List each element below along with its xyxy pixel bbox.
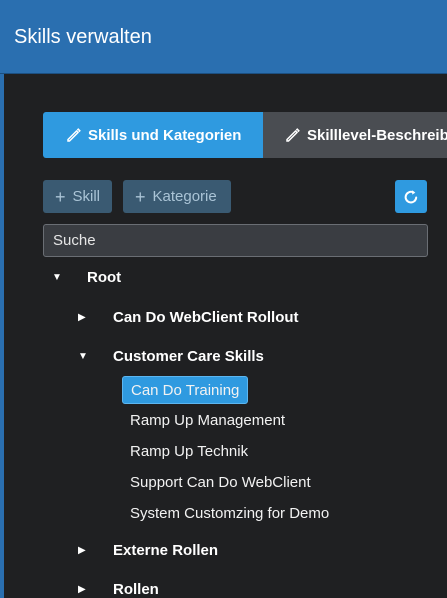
tab-bar: Skills und Kategorien Skilllevel-Beschre… <box>43 112 447 158</box>
plus-icon: + <box>55 186 66 207</box>
tree-leaf-skill[interactable]: Ramp Up Technik <box>122 438 256 466</box>
caret-down-icon[interactable]: ▼ <box>52 272 62 283</box>
tab-skills-und-kategorien[interactable]: Skills und Kategorien <box>43 112 263 158</box>
pencil-icon <box>285 127 301 143</box>
caret-right-icon[interactable]: ▶ <box>78 312 88 323</box>
add-category-label: Kategorie <box>152 188 217 205</box>
tree-node-category[interactable]: ▶ Can Do WebClient Rollout <box>78 307 299 327</box>
add-skill-label: Skill <box>72 188 101 205</box>
plus-icon: + <box>135 186 146 207</box>
tab-label: Skills und Kategorien <box>88 126 242 144</box>
tree-node-label: Rollen <box>113 580 159 598</box>
refresh-button[interactable] <box>395 180 427 213</box>
tree-node-category[interactable]: ▼ Customer Care Skills <box>78 346 264 366</box>
tree-node-root[interactable]: ▼ Root <box>52 267 121 287</box>
tree-node-label: Externe Rollen <box>113 541 219 559</box>
skills-window: Skills verwalten Skills und Kategorien S… <box>0 0 447 598</box>
tree-node-category[interactable]: ▶ Rollen <box>78 579 159 598</box>
tree-leaf-skill[interactable]: System Customzing for Demo <box>122 500 337 528</box>
window-header: Skills verwalten <box>0 0 447 74</box>
tree-node-category[interactable]: ▶ Externe Rollen <box>78 540 218 560</box>
tree-leaf-skill[interactable]: Support Can Do WebClient <box>122 469 319 497</box>
add-skill-button[interactable]: + Skill <box>43 180 112 213</box>
tab-label: Skilllevel-Beschreib <box>307 126 447 144</box>
tab-skilllevel-beschreibung[interactable]: Skilllevel-Beschreib <box>263 112 447 158</box>
add-category-button[interactable]: + Kategorie <box>123 180 231 213</box>
tree-leaf-skill[interactable]: Can Do Training <box>122 376 249 404</box>
caret-right-icon[interactable]: ▶ <box>78 584 88 595</box>
refresh-icon <box>404 189 418 203</box>
tree-leaf-skill[interactable]: Ramp Up Management <box>122 407 293 435</box>
caret-right-icon[interactable]: ▶ <box>78 545 88 556</box>
search-input[interactable] <box>43 224 428 257</box>
pencil-icon <box>66 127 82 143</box>
caret-down-icon[interactable]: ▼ <box>78 351 88 362</box>
tree-node-label: Can Do WebClient Rollout <box>113 308 299 326</box>
page-title: Skills verwalten <box>14 26 152 48</box>
tree-node-label: Root <box>87 268 122 286</box>
tree-node-label: Customer Care Skills <box>113 347 264 365</box>
